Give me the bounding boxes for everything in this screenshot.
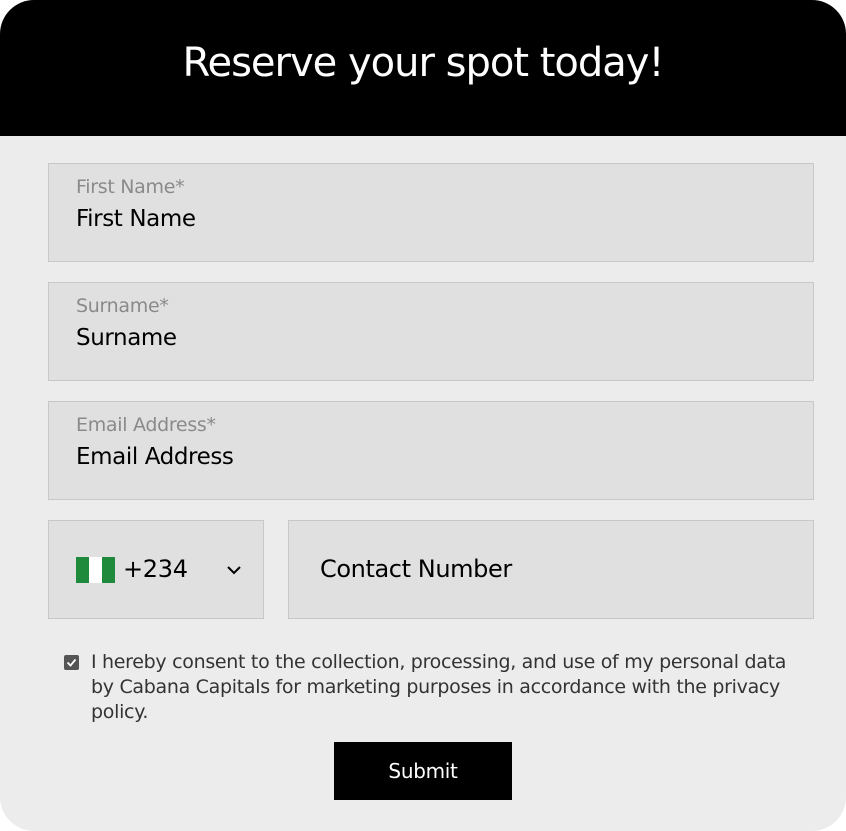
first-name-input[interactable]: First Name bbox=[76, 206, 196, 232]
first-name-field[interactable]: First Name* First Name bbox=[48, 163, 814, 262]
country-code-value: +234 bbox=[123, 555, 188, 583]
chevron-down-icon[interactable] bbox=[225, 561, 243, 579]
first-name-label: First Name* bbox=[76, 176, 185, 198]
form-title: Reserve your spot today! bbox=[182, 40, 664, 86]
submit-button[interactable]: Submit bbox=[334, 742, 512, 800]
phone-field[interactable]: Contact Number bbox=[288, 520, 814, 619]
email-field[interactable]: Email Address* Email Address bbox=[48, 401, 814, 500]
surname-label: Surname* bbox=[76, 295, 169, 317]
consent-checkbox[interactable] bbox=[64, 655, 79, 670]
nigeria-flag-icon bbox=[76, 557, 115, 583]
checkmark-icon bbox=[66, 658, 77, 667]
country-code-select[interactable]: +234 bbox=[48, 520, 264, 619]
contact-number-input[interactable]: Contact Number bbox=[320, 555, 512, 583]
reservation-form-card: Reserve your spot today! First Name* Fir… bbox=[0, 0, 846, 831]
surname-field[interactable]: Surname* Surname bbox=[48, 282, 814, 381]
email-input[interactable]: Email Address bbox=[76, 444, 234, 470]
surname-input[interactable]: Surname bbox=[76, 325, 177, 351]
consent-text: I hereby consent to the collection, proc… bbox=[91, 651, 787, 723]
email-label: Email Address* bbox=[76, 414, 216, 436]
form-header: Reserve your spot today! bbox=[0, 0, 846, 136]
